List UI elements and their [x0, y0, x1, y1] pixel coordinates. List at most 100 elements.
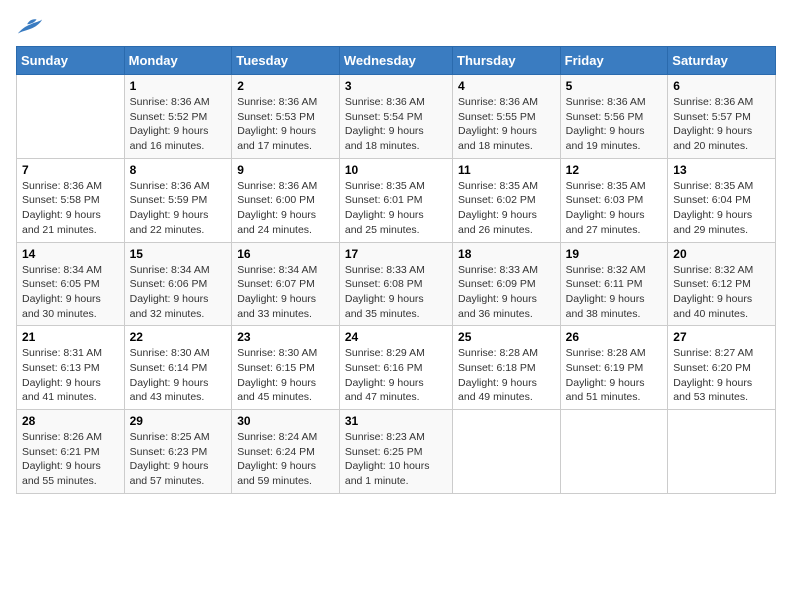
day-info: Sunrise: 8:25 AM Sunset: 6:23 PM Dayligh… — [130, 430, 227, 489]
calendar-cell: 6Sunrise: 8:36 AM Sunset: 5:57 PM Daylig… — [668, 75, 776, 159]
day-info: Sunrise: 8:35 AM Sunset: 6:01 PM Dayligh… — [345, 179, 447, 238]
day-header-saturday: Saturday — [668, 47, 776, 75]
calendar-week-row: 14 Sunrise: 8:34 AM Sunset: 6:05 PM Dayli… — [17, 242, 776, 326]
day-header-sunday: Sunday — [17, 47, 125, 75]
day-header-monday: Monday — [124, 47, 232, 75]
day-info: Sunrise: 8:23 AM Sunset: 6:25 PM Dayligh… — [345, 430, 447, 489]
calendar-cell: 17 Sunrise: 8:33 AM Sunset: 6:08 PM Dayli… — [339, 242, 452, 326]
calendar-cell: 2 Sunrise: 8:36 AM Sunset: 5:53 PM Daylig… — [232, 75, 340, 159]
calendar-cell: 8 Sunrise: 8:36 AM Sunset: 5:59 PM Daylig… — [124, 158, 232, 242]
calendar-week-row: 7 Sunrise: 8:36 AM Sunset: 5:58 PM Daylig… — [17, 158, 776, 242]
calendar-cell: 25Sunrise: 8:28 AM Sunset: 6:18 PM Dayli… — [453, 326, 561, 410]
day-info: Sunrise: 8:30 AM Sunset: 6:15 PM Dayligh… — [237, 346, 334, 405]
calendar-cell — [668, 410, 776, 494]
day-number: 5 — [566, 79, 663, 93]
day-number: 2 — [237, 79, 334, 93]
calendar-cell: 19 Sunrise: 8:32 AM Sunset: 6:11 PM Dayli… — [560, 242, 668, 326]
day-info: Sunrise: 8:29 AM Sunset: 6:16 PM Dayligh… — [345, 346, 447, 405]
day-info: Sunrise: 8:36 AM Sunset: 5:53 PM Dayligh… — [237, 95, 334, 154]
day-number: 10 — [345, 163, 447, 177]
day-info: Sunrise: 8:28 AM Sunset: 6:18 PM Dayligh… — [458, 346, 555, 405]
calendar-cell: 16Sunrise: 8:34 AM Sunset: 6:07 PM Dayli… — [232, 242, 340, 326]
day-number: 7 — [22, 163, 119, 177]
day-number: 1 — [130, 79, 227, 93]
day-info: Sunrise: 8:31 AM Sunset: 6:13 PM Dayligh… — [22, 346, 119, 405]
day-info: Sunrise: 8:36 AM Sunset: 5:58 PM Dayligh… — [22, 179, 119, 238]
day-number: 11 — [458, 163, 555, 177]
day-info: Sunrise: 8:36 AM Sunset: 6:00 PM Dayligh… — [237, 179, 334, 238]
day-info: Sunrise: 8:35 AM Sunset: 6:02 PM Dayligh… — [458, 179, 555, 238]
day-number: 9 — [237, 163, 334, 177]
day-header-thursday: Thursday — [453, 47, 561, 75]
day-number: 24 — [345, 330, 447, 344]
day-number: 27 — [673, 330, 770, 344]
day-info: Sunrise: 8:32 AM Sunset: 6:11 PM Dayligh… — [566, 263, 663, 322]
calendar-week-row: 21 Sunrise: 8:31 AM Sunset: 6:13 PM Dayli… — [17, 326, 776, 410]
calendar-cell: 4 Sunrise: 8:36 AM Sunset: 5:55 PM Daylig… — [453, 75, 561, 159]
day-info: Sunrise: 8:34 AM Sunset: 6:06 PM Dayligh… — [130, 263, 227, 322]
calendar-table: SundayMondayTuesdayWednesdayThursdayFrid… — [16, 46, 776, 494]
day-number: 16 — [237, 247, 334, 261]
calendar-cell: 5Sunrise: 8:36 AM Sunset: 5:56 PM Daylig… — [560, 75, 668, 159]
day-number: 22 — [130, 330, 227, 344]
calendar-cell: 9 Sunrise: 8:36 AM Sunset: 6:00 PM Daylig… — [232, 158, 340, 242]
calendar-cell: 24 Sunrise: 8:29 AM Sunset: 6:16 PM Dayli… — [339, 326, 452, 410]
calendar-cell: 11 Sunrise: 8:35 AM Sunset: 6:02 PM Dayli… — [453, 158, 561, 242]
calendar-cell: 13 Sunrise: 8:35 AM Sunset: 6:04 PM Dayli… — [668, 158, 776, 242]
day-info: Sunrise: 8:36 AM Sunset: 5:54 PM Dayligh… — [345, 95, 447, 154]
calendar-cell: 22Sunrise: 8:30 AM Sunset: 6:14 PM Dayli… — [124, 326, 232, 410]
day-info: Sunrise: 8:24 AM Sunset: 6:24 PM Dayligh… — [237, 430, 334, 489]
day-number: 26 — [566, 330, 663, 344]
day-number: 15 — [130, 247, 227, 261]
calendar-cell: 29 Sunrise: 8:25 AM Sunset: 6:23 PM Dayli… — [124, 410, 232, 494]
calendar-cell: 26 Sunrise: 8:28 AM Sunset: 6:19 PM Dayli… — [560, 326, 668, 410]
calendar-cell: 21 Sunrise: 8:31 AM Sunset: 6:13 PM Dayli… — [17, 326, 125, 410]
day-number: 13 — [673, 163, 770, 177]
day-info: Sunrise: 8:35 AM Sunset: 6:03 PM Dayligh… — [566, 179, 663, 238]
day-info: Sunrise: 8:28 AM Sunset: 6:19 PM Dayligh… — [566, 346, 663, 405]
day-number: 3 — [345, 79, 447, 93]
calendar-header-row: SundayMondayTuesdayWednesdayThursdayFrid… — [17, 47, 776, 75]
day-info: Sunrise: 8:33 AM Sunset: 6:08 PM Dayligh… — [345, 263, 447, 322]
day-number: 30 — [237, 414, 334, 428]
calendar-week-row: 1Sunrise: 8:36 AM Sunset: 5:52 PM Daylig… — [17, 75, 776, 159]
day-number: 28 — [22, 414, 119, 428]
day-number: 8 — [130, 163, 227, 177]
page-header — [16, 16, 776, 38]
logo — [16, 16, 48, 38]
day-number: 14 — [22, 247, 119, 261]
calendar-cell: 23 Sunrise: 8:30 AM Sunset: 6:15 PM Dayli… — [232, 326, 340, 410]
calendar-cell: 14 Sunrise: 8:34 AM Sunset: 6:05 PM Dayli… — [17, 242, 125, 326]
calendar-cell: 28 Sunrise: 8:26 AM Sunset: 6:21 PM Dayli… — [17, 410, 125, 494]
day-info: Sunrise: 8:34 AM Sunset: 6:05 PM Dayligh… — [22, 263, 119, 322]
day-number: 6 — [673, 79, 770, 93]
day-info: Sunrise: 8:32 AM Sunset: 6:12 PM Dayligh… — [673, 263, 770, 322]
logo-bird-icon — [16, 16, 44, 38]
day-number: 31 — [345, 414, 447, 428]
calendar-cell — [17, 75, 125, 159]
day-number: 29 — [130, 414, 227, 428]
day-number: 19 — [566, 247, 663, 261]
day-info: Sunrise: 8:36 AM Sunset: 5:59 PM Dayligh… — [130, 179, 227, 238]
day-info: Sunrise: 8:36 AM Sunset: 5:55 PM Dayligh… — [458, 95, 555, 154]
day-number: 12 — [566, 163, 663, 177]
calendar-cell: 15 Sunrise: 8:34 AM Sunset: 6:06 PM Dayli… — [124, 242, 232, 326]
calendar-cell: 12 Sunrise: 8:35 AM Sunset: 6:03 PM Dayli… — [560, 158, 668, 242]
calendar-cell: 18Sunrise: 8:33 AM Sunset: 6:09 PM Dayli… — [453, 242, 561, 326]
day-number: 4 — [458, 79, 555, 93]
day-header-wednesday: Wednesday — [339, 47, 452, 75]
day-header-tuesday: Tuesday — [232, 47, 340, 75]
calendar-cell — [560, 410, 668, 494]
calendar-cell: 10 Sunrise: 8:35 AM Sunset: 6:01 PM Dayli… — [339, 158, 452, 242]
calendar-cell: 20Sunrise: 8:32 AM Sunset: 6:12 PM Dayli… — [668, 242, 776, 326]
day-info: Sunrise: 8:33 AM Sunset: 6:09 PM Dayligh… — [458, 263, 555, 322]
day-number: 23 — [237, 330, 334, 344]
day-info: Sunrise: 8:26 AM Sunset: 6:21 PM Dayligh… — [22, 430, 119, 489]
day-info: Sunrise: 8:35 AM Sunset: 6:04 PM Dayligh… — [673, 179, 770, 238]
calendar-week-row: 28 Sunrise: 8:26 AM Sunset: 6:21 PM Dayli… — [17, 410, 776, 494]
day-info: Sunrise: 8:27 AM Sunset: 6:20 PM Dayligh… — [673, 346, 770, 405]
day-number: 21 — [22, 330, 119, 344]
day-number: 17 — [345, 247, 447, 261]
calendar-cell: 3 Sunrise: 8:36 AM Sunset: 5:54 PM Daylig… — [339, 75, 452, 159]
calendar-cell: 31 Sunrise: 8:23 AM Sunset: 6:25 PM Dayli… — [339, 410, 452, 494]
